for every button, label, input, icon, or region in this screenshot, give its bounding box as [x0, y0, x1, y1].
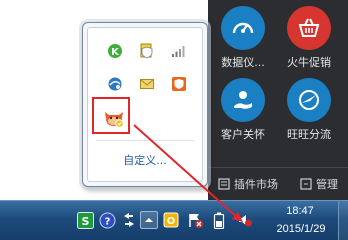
show-hidden-icons-button[interactable]: [140, 211, 158, 229]
svg-text:O: O: [167, 216, 176, 227]
help-icon[interactable]: ?: [98, 211, 116, 229]
app-tile-data-dashboard[interactable]: 数据仪...: [208, 6, 278, 70]
green-s-icon[interactable]: S: [76, 211, 94, 229]
hand-heart-icon: [221, 78, 265, 122]
kaspersky-k-icon[interactable]: K: [106, 42, 124, 60]
app-tile-label: 旺旺分流: [287, 128, 331, 141]
orange-shield-icon[interactable]: [170, 75, 188, 93]
clock-time[interactable]: 18:47: [280, 205, 320, 217]
yellow-app-icon[interactable]: O: [162, 211, 180, 229]
divider: [208, 167, 348, 168]
customize-link[interactable]: 自定义...: [88, 152, 202, 168]
shield-document-icon[interactable]: [138, 42, 156, 60]
popup-divider: [96, 140, 194, 141]
svg-text:S: S: [81, 215, 89, 228]
plugin-market-link[interactable]: 插件市场: [218, 176, 278, 192]
compass-icon: [287, 78, 331, 122]
app-tile-customer-care[interactable]: 客户关怀: [208, 78, 278, 142]
highlight-box: [92, 97, 130, 134]
app-tile-label: 火牛促销: [287, 56, 331, 69]
battery-icon[interactable]: [210, 211, 228, 229]
signal-bars-icon[interactable]: [170, 42, 188, 60]
show-desktop-button[interactable]: [338, 201, 348, 240]
manage-label: 管理: [316, 178, 338, 191]
shopping-basket-icon: [287, 6, 331, 50]
app-tile-label: 数据仪...: [221, 56, 265, 69]
network-globe-icon[interactable]: [106, 75, 124, 93]
plugin-market-icon: [218, 178, 230, 190]
svg-text:?: ?: [104, 216, 110, 227]
app-tile-promotion[interactable]: 火牛促销: [274, 6, 344, 70]
svg-text:K: K: [111, 47, 120, 58]
manage-link[interactable]: 管理: [300, 176, 338, 192]
arrows-icon[interactable]: [120, 211, 138, 229]
plugin-market-label: 插件市场: [234, 178, 278, 191]
manage-icon: [300, 178, 312, 190]
clock-date[interactable]: 2015/1/29: [268, 223, 334, 235]
mail-icon[interactable]: [138, 75, 156, 93]
gauge-icon: [221, 6, 265, 50]
action-center-icon[interactable]: [186, 211, 204, 229]
app-panel: 数据仪... 火牛促销 客户关怀 旺旺分流 插件市场 管理: [208, 0, 348, 200]
app-tile-wangwang-routing[interactable]: 旺旺分流: [274, 78, 344, 142]
app-tile-label: 客户关怀: [221, 128, 265, 141]
volume-icon[interactable]: [236, 211, 254, 229]
